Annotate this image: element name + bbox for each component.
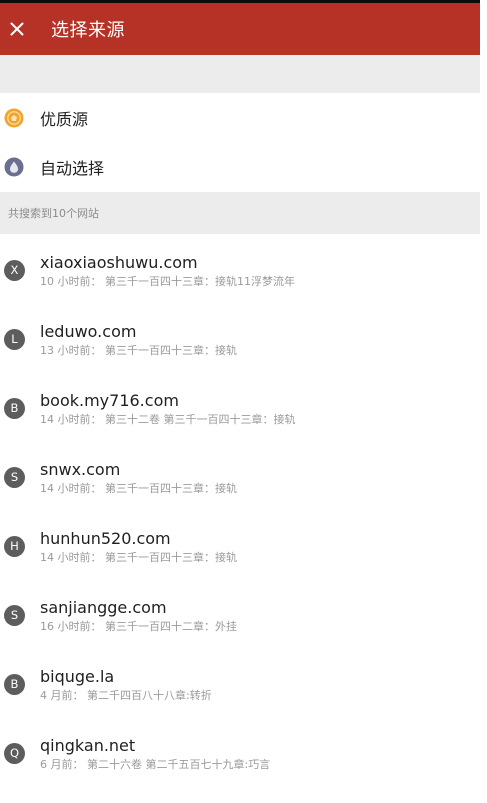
site-avatar: Q (4, 743, 25, 764)
top-spacer (0, 55, 487, 94)
site-row-xiaoxiaoshuwu[interactable]: X xiaoxiaoshuwu.com 10 小时前： 第三千一百四十三章：接轨… (0, 234, 487, 303)
site-avatar: H (4, 536, 25, 557)
site-list: X xiaoxiaoshuwu.com 10 小时前： 第三千一百四十三章：接轨… (0, 234, 487, 803)
site-latest-chapter: 16 小时前： 第三千一百四十二章：外挂 (40, 620, 237, 633)
site-row-sanjiangge[interactable]: S sanjiangge.com 16 小时前： 第三千一百四十二章：外挂 (0, 579, 487, 648)
auto-select-label: 自动选择 (40, 159, 105, 178)
site-latest-chapter: 14 小时前： 第三千一百四十三章：接轨 (40, 482, 237, 495)
site-name: xiaoxiaoshuwu.com (40, 253, 198, 272)
quality-source-label: 优质源 (40, 110, 89, 129)
close-button[interactable] (2, 3, 32, 55)
auto-select-icon (4, 157, 24, 177)
site-name: book.my716.com (40, 391, 179, 410)
site-row-biquge[interactable]: B biquge.la 4 月前： 第二千四百八十八章:转折 (0, 648, 487, 717)
site-name: hunhun520.com (40, 529, 171, 548)
quality-source-option[interactable]: 优质源 (0, 93, 487, 143)
site-latest-chapter: 14 小时前： 第三十二卷 第三千一百四十三章：接轨 (40, 413, 296, 426)
site-avatar: B (4, 674, 25, 695)
search-result-header: 共搜索到10个网站 (0, 192, 487, 234)
site-latest-chapter: 13 小时前： 第三千一百四十三章：接轨 (40, 344, 237, 357)
site-avatar: S (4, 605, 25, 626)
auto-select-option[interactable]: 自动选择 (0, 142, 487, 192)
site-row-qingkan[interactable]: Q qingkan.net 6 月前： 第二十六卷 第二千五百七十九章:巧言 (0, 717, 487, 786)
close-icon (10, 22, 24, 36)
site-latest-chapter: 6 月前： 第二十六卷 第二千五百七十九章:巧言 (40, 758, 271, 771)
page-title: 选择来源 (51, 20, 125, 41)
site-latest-chapter: 14 小时前： 第三千一百四十三章：接轨 (40, 551, 237, 564)
site-name: sanjiangge.com (40, 598, 167, 617)
site-name: qingkan.net (40, 736, 136, 755)
right-edge (480, 0, 487, 803)
site-row-hunhun520[interactable]: H hunhun520.com 14 小时前： 第三千一百四十三章：接轨 (0, 510, 487, 579)
select-source-screen: 选择来源 优质源 自动选择 共搜索到10个网站 X xiaoxiaoshuwu.… (0, 0, 487, 803)
site-avatar: L (4, 329, 25, 350)
site-row-book-my716[interactable]: B book.my716.com 14 小时前： 第三十二卷 第三千一百四十三章… (0, 372, 487, 441)
site-name: snwx.com (40, 460, 121, 479)
site-avatar: S (4, 467, 25, 488)
site-latest-chapter: 10 小时前： 第三千一百四十三章：接轨11浮梦流年 (40, 275, 295, 288)
toolbar: 选择来源 (0, 3, 487, 55)
site-avatar: X (4, 260, 25, 281)
site-row-snwx[interactable]: S snwx.com 14 小时前： 第三千一百四十三章：接轨 (0, 441, 487, 510)
site-row-leduwo[interactable]: L leduwo.com 13 小时前： 第三千一百四十三章：接轨 (0, 303, 487, 372)
search-result-count: 共搜索到10个网站 (8, 207, 99, 220)
site-latest-chapter: 4 月前： 第二千四百八十八章:转折 (40, 689, 212, 702)
site-avatar: B (4, 398, 25, 419)
quality-source-icon (4, 108, 24, 128)
site-name: leduwo.com (40, 322, 137, 341)
site-name: biquge.la (40, 667, 115, 686)
